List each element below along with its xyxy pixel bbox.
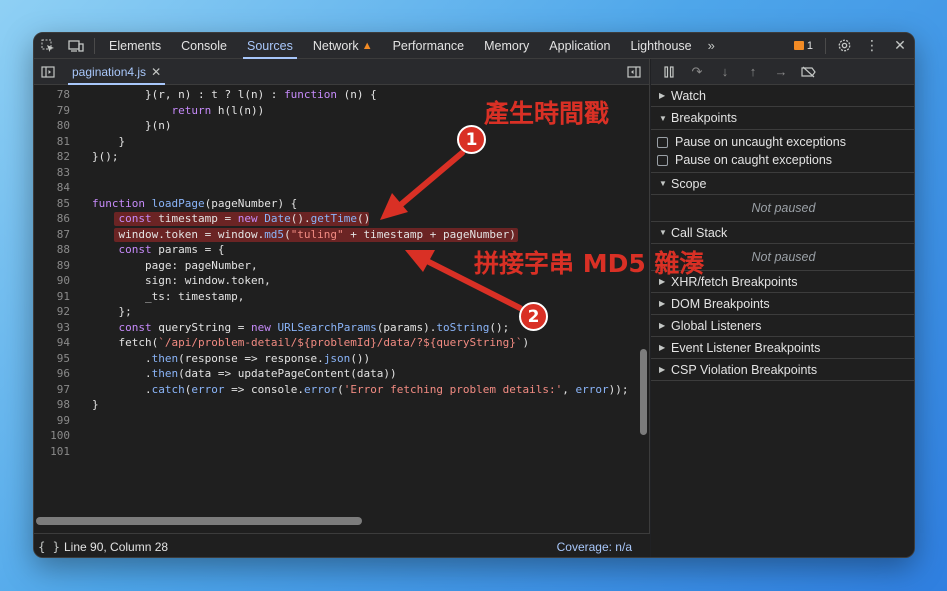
annotation-badge-2: 2 [519, 302, 548, 331]
annotation-badge-1: 1 [457, 125, 486, 154]
annotation-label-md5: 拼接字串 MD5 雜湊 [474, 249, 705, 278]
annotation-label-timestamp: 產生時間戳 [484, 99, 610, 128]
annotation-arrows [380, 150, 523, 311]
